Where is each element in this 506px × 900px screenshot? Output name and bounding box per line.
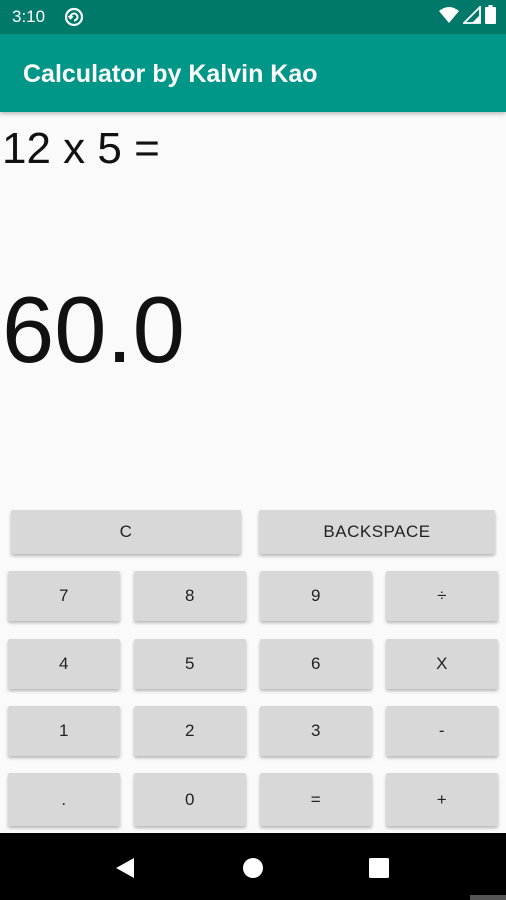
navigation-bar (0, 833, 506, 900)
decimal-button[interactable]: . (8, 773, 120, 826)
four-button[interactable]: 4 (8, 639, 120, 689)
app-title: Calculator by Kalvin Kao (23, 60, 318, 88)
six-button[interactable]: 6 (260, 639, 372, 689)
eight-button[interactable]: 8 (134, 571, 246, 621)
app-bar: Calculator by Kalvin Kao (0, 34, 506, 112)
home-icon[interactable] (238, 853, 268, 883)
zero-button[interactable]: 0 (134, 773, 246, 826)
one-button[interactable]: 1 (8, 706, 120, 756)
cell-signal-icon (461, 4, 481, 29)
status-bar: 3:10 (0, 0, 506, 34)
wifi-icon (439, 6, 459, 29)
equals-button[interactable]: = (260, 773, 372, 826)
recents-icon[interactable] (364, 853, 394, 883)
multiply-button[interactable]: X (386, 639, 498, 689)
status-icons (439, 4, 496, 29)
result-display: 60.0 (2, 277, 185, 382)
expression-display: 12 x 5 = (2, 124, 160, 173)
divide-button[interactable]: ÷ (386, 571, 498, 621)
seven-button[interactable]: 7 (8, 571, 120, 621)
backspace-button[interactable]: BACKSPACE (259, 510, 495, 554)
battery-icon (485, 5, 496, 29)
nav-handle (470, 895, 506, 900)
back-icon[interactable] (110, 853, 140, 883)
status-time: 3:10 (12, 7, 46, 26)
clear-button[interactable]: C (11, 510, 241, 554)
sync-icon (64, 7, 84, 27)
two-button[interactable]: 2 (134, 706, 246, 756)
five-button[interactable]: 5 (134, 639, 246, 689)
minus-button[interactable]: - (386, 706, 498, 756)
three-button[interactable]: 3 (260, 706, 372, 756)
nine-button[interactable]: 9 (260, 571, 372, 621)
plus-button[interactable]: + (386, 773, 498, 826)
